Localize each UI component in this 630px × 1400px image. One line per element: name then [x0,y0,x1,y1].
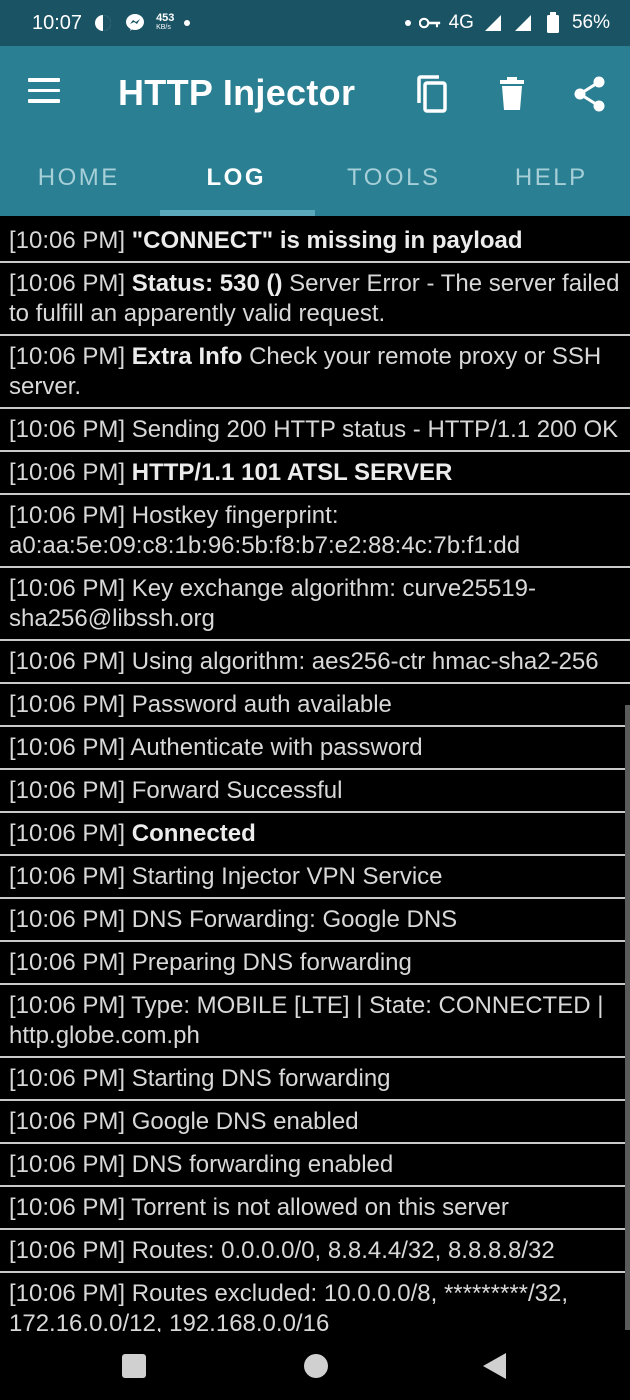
tab-help[interactable]: HELP [473,150,630,216]
log-entry: [10:06 PM] Starting DNS forwarding [0,1058,630,1101]
nav-bar [0,1332,630,1400]
log-timestamp: [10:06 PM] [9,1065,126,1092]
log-message: DNS Forwarding: Google DNS [131,906,458,933]
log-timestamp: [10:06 PM] [9,1280,126,1307]
tab-log[interactable]: LOG [158,150,316,216]
log-timestamp: [10:06 PM] [9,270,126,297]
scrollbar[interactable] [625,705,630,1330]
vpn-key-icon [418,12,441,34]
network-type: 4G [448,12,474,33]
log-message: Preparing DNS forwarding [131,949,412,976]
log-message: Torrent is not allowed on this server [131,1194,509,1221]
battery-level: 56% [571,12,610,33]
back-button[interactable] [480,1352,512,1384]
messenger-icon [124,12,146,34]
log-message: Using algorithm: aes256-ctr hmac-sha2-25… [131,648,599,675]
log-message: Routes: 0.0.0.0/0, 8.8.4.4/32, 8.8.8.8/3… [131,1237,555,1264]
signal-icon [512,12,534,34]
app-bar: HTTP Injector HOME LOG TOOLS HELP [0,46,630,216]
log-entry: [10:06 PM] Key exchange algorithm: curve… [0,568,630,641]
log-entry: [10:06 PM] Type: MOBILE [LTE] | State: C… [0,985,630,1058]
log-entry: [10:06 PM] Password auth available [0,684,630,727]
log-entry: [10:06 PM] Connected [0,813,630,856]
log-bold-text: Extra Info [131,343,243,370]
log-entry: [10:06 PM] Routes: 0.0.0.0/0, 8.8.4.4/32… [0,1230,630,1273]
log-bold-text: HTTP/1.1 101 ATSL SERVER [131,459,453,486]
log-timestamp: [10:06 PM] [9,575,126,602]
log-timestamp: [10:06 PM] [9,734,126,761]
log-timestamp: [10:06 PM] [9,992,126,1019]
trash-icon[interactable] [492,72,532,116]
log-timestamp: [10:06 PM] [9,906,126,933]
log-timestamp: [10:06 PM] [9,777,126,804]
log-message: Starting Injector VPN Service [131,863,443,890]
log-timestamp: [10:06 PM] [9,1108,126,1135]
log-entry: [10:06 PM] Sending 200 HTTP status - HTT… [0,409,630,452]
log-bold-text: Status: 530 () [131,270,283,297]
log-message: Starting DNS forwarding [131,1065,391,1092]
log-timestamp: [10:06 PM] [9,416,126,443]
status-bar: 10:07 453 KB/s 4G 56% [0,0,630,46]
log-entry: [10:06 PM] "CONNECT" is missing in paylo… [0,220,630,263]
copy-icon[interactable] [412,72,452,116]
log-timestamp: [10:06 PM] [9,691,126,718]
net-speed: 453 KB/s [156,12,175,32]
log-list[interactable]: [10:06 PM] "CONNECT" is missing in paylo… [0,220,630,1332]
log-message: Authenticate with password [130,734,423,761]
tab-indicator [160,210,315,216]
battery-icon [542,12,564,34]
log-entry: [10:06 PM] Extra Info Check your remote … [0,336,630,409]
log-entry: [10:06 PM] Hostkey fingerprint: a0:aa:5e… [0,495,630,568]
log-entry: [10:06 PM] Google DNS enabled [0,1101,630,1144]
log-timestamp: [10:06 PM] [9,949,126,976]
share-icon[interactable] [570,72,610,116]
log-entry: [10:06 PM] Routes excluded: 10.0.0.0/8, … [0,1273,630,1332]
log-entry: [10:06 PM] DNS forwarding enabled [0,1144,630,1187]
log-timestamp: [10:06 PM] [9,459,126,486]
log-entry: [10:06 PM] Starting Injector VPN Service [0,856,630,899]
log-entry: [10:06 PM] Torrent is not allowed on thi… [0,1187,630,1230]
log-timestamp: [10:06 PM] [9,863,126,890]
log-entry: [10:06 PM] Forward Successful [0,770,630,813]
recents-button[interactable] [120,1352,152,1384]
log-message: Google DNS enabled [131,1108,359,1135]
log-timestamp: [10:06 PM] [9,1151,126,1178]
log-timestamp: [10:06 PM] [9,1194,126,1221]
tab-home[interactable]: HOME [0,150,158,216]
log-timestamp: [10:06 PM] [9,502,126,529]
log-timestamp: [10:06 PM] [9,227,126,254]
log-entry: [10:06 PM] HTTP/1.1 101 ATSL SERVER [0,452,630,495]
home-button[interactable] [302,1352,334,1384]
notification-dot [184,20,191,26]
clock: 10:07 [32,11,83,34]
log-entry: [10:06 PM] Preparing DNS forwarding [0,942,630,985]
log-message: DNS forwarding enabled [131,1151,394,1178]
notification-dot [404,20,411,26]
app-title: HTTP Injector [118,72,356,113]
log-timestamp: [10:06 PM] [9,1237,126,1264]
tab-bar: HOME LOG TOOLS HELP [0,150,630,216]
log-entry: [10:06 PM] Using algorithm: aes256-ctr h… [0,641,630,684]
toolbar: HTTP Injector [0,46,630,142]
tab-tools[interactable]: TOOLS [315,150,473,216]
log-bold-text: "CONNECT" is missing in payload [131,227,523,254]
log-timestamp: [10:06 PM] [9,820,126,847]
log-message: Password auth available [131,691,392,718]
log-message: Sending 200 HTTP status - HTTP/1.1 200 O… [131,416,619,443]
log-entry: [10:06 PM] Authenticate with password [0,727,630,770]
log-timestamp: [10:06 PM] [9,648,126,675]
log-entry: [10:06 PM] Status: 530 () Server Error -… [0,263,630,336]
log-message: Forward Successful [131,777,343,804]
log-timestamp: [10:06 PM] [9,343,126,370]
data-saver-icon [92,12,114,34]
log-entry: [10:06 PM] DNS Forwarding: Google DNS [0,899,630,942]
log-bold-text: Connected [131,820,256,847]
menu-icon[interactable] [28,78,64,108]
signal-icon [482,12,504,34]
